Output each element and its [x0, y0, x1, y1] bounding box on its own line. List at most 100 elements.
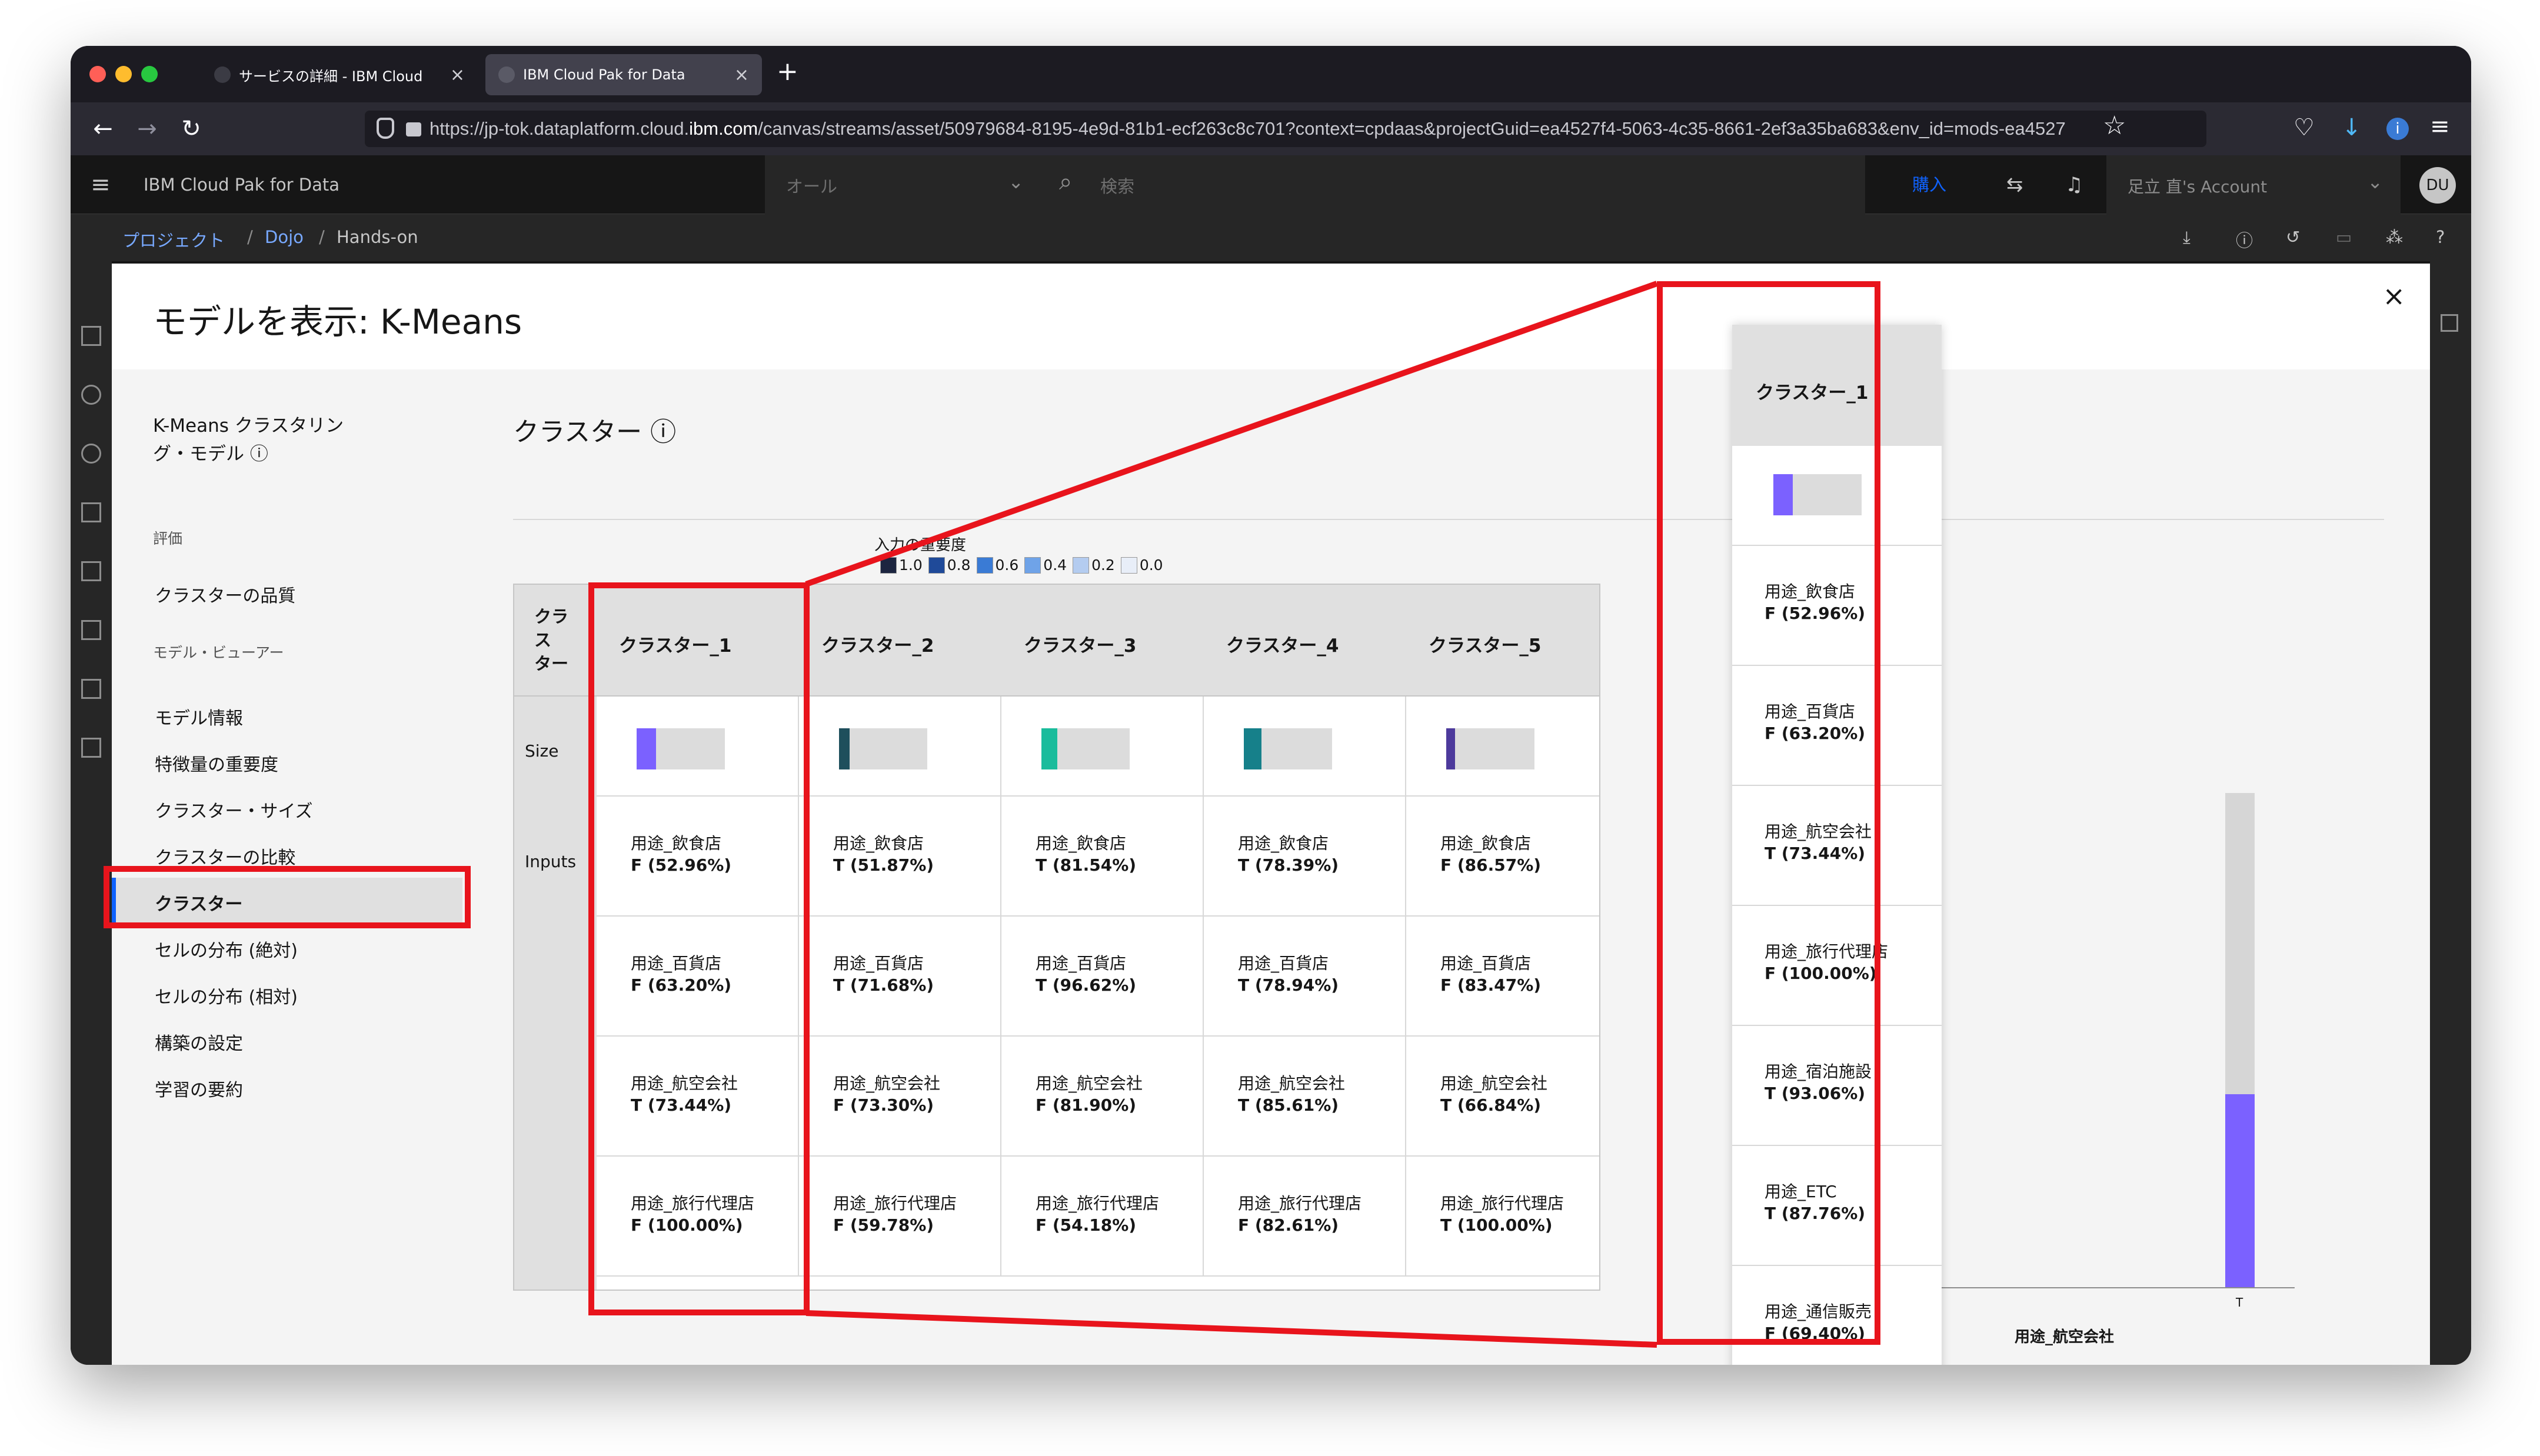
new-tab-button[interactable]: + — [777, 56, 798, 86]
nav-item[interactable]: 特徴量の重要度 — [155, 750, 278, 776]
document-icon[interactable] — [81, 738, 101, 758]
cluster-size-cell — [1001, 697, 1204, 797]
menu-hamburger-icon[interactable]: ≡ — [2430, 113, 2450, 140]
cluster-input-cell[interactable]: 用途_飲食店 T (81.54%) — [1001, 797, 1204, 917]
signpost-icon[interactable]: ⇆ — [2006, 155, 2023, 214]
back-arrow-icon[interactable]: ← — [88, 114, 118, 144]
cluster-header-title: クラスター_3 — [1024, 635, 1137, 657]
cluster-input-cell[interactable]: 用途_旅行代理店 F (59.78%) — [799, 1157, 1001, 1277]
cluster-input-cell[interactable]: 用途_百貨店 T (71.68%) — [799, 917, 1001, 1037]
download-icon[interactable]: ⤓ — [2183, 227, 2191, 248]
close-icon[interactable]: × — [2382, 280, 2405, 312]
reload-icon[interactable]: ↻ — [177, 114, 206, 144]
help-icon[interactable]: ? — [2436, 227, 2445, 247]
cluster-input-cell[interactable]: 用途_百貨店 T (96.62%) — [1001, 917, 1204, 1037]
cluster-input-cell[interactable]: 用途_旅行代理店 F (82.61%) — [1204, 1157, 1406, 1277]
navigation-bar: ← → ↻ https://jp-tok.dataplatform.cloud.… — [71, 102, 2471, 155]
tab-ibm-cloud-service[interactable]: サービスの詳細 - IBM Cloud × — [201, 54, 478, 95]
app-menu-icon[interactable]: ≡ — [91, 155, 111, 214]
highlight-cluster-1-column — [588, 582, 810, 1315]
cluster-header[interactable]: クラスター_3 — [1001, 585, 1204, 697]
nav-item[interactable]: クラスターの比較 — [155, 843, 295, 869]
cluster-input-cell[interactable]: 用途_旅行代理店 F (54.18%) — [1001, 1157, 1204, 1277]
close-window-button[interactable] — [89, 66, 106, 82]
palette-icon[interactable] — [81, 326, 101, 346]
table-icon[interactable] — [81, 679, 101, 699]
pocket-icon[interactable]: ♡ — [2293, 114, 2315, 141]
input-value: T (51.87%) — [833, 855, 934, 875]
avatar[interactable]: DU — [2419, 167, 2456, 204]
cluster-header-title: クラスター_4 — [1226, 635, 1339, 657]
lock-icon[interactable] — [406, 122, 421, 136]
model-title-line1: K-Means クラスタリン — [153, 415, 344, 437]
input-feature: 用途_航空会社 — [1036, 1074, 1143, 1093]
cluster-header[interactable]: クラスター_2 — [799, 585, 1001, 697]
input-value: F (82.61%) — [1238, 1215, 1339, 1235]
input-feature: 用途_航空会社 — [1440, 1074, 1548, 1093]
search-icon: ⌕ — [1059, 168, 1073, 195]
scope-select[interactable]: オール ⌄ — [765, 155, 1041, 214]
cluster-input-cell[interactable]: 用途_航空会社 T (66.84%) — [1406, 1037, 1599, 1157]
download-icon[interactable]: ↓ — [2342, 114, 2362, 141]
tab-cloud-pak[interactable]: IBM Cloud Pak for Data × — [485, 54, 762, 95]
nav-item[interactable]: モデル情報 — [155, 704, 243, 729]
input-feature: 用途_飲食店 — [833, 834, 924, 853]
row-label-size: Size — [525, 741, 559, 761]
url-prefix: https://jp-tok.dataplatform.cloud. — [430, 118, 690, 139]
input-value: T (71.68%) — [833, 975, 934, 995]
diamond-icon[interactable] — [81, 502, 101, 522]
info-icon[interactable]: ⓘ — [2236, 227, 2253, 252]
highlight-nav-cluster — [104, 866, 471, 928]
gear-icon[interactable] — [81, 444, 101, 464]
cluster-size-fill — [1041, 728, 1057, 769]
cluster-header[interactable]: クラスター_4 — [1204, 585, 1406, 697]
nav-item[interactable]: 構築の設定 — [155, 1029, 243, 1055]
nav-item[interactable]: セルの分布 (相対) — [155, 982, 298, 1008]
chevron-down-icon: ⌄ — [2367, 171, 2383, 193]
cluster-input-cell[interactable]: 用途_飲食店 T (78.39%) — [1204, 797, 1406, 917]
bookmark-star-icon[interactable]: ☆ — [2103, 111, 2126, 141]
close-tab-icon[interactable]: × — [734, 65, 749, 85]
cluster-input-cell[interactable]: 用途_旅行代理店 T (100.00%) — [1406, 1157, 1599, 1277]
cluster-input-cell[interactable]: 用途_航空会社 T (85.61%) — [1204, 1037, 1406, 1157]
input-value: F (81.90%) — [1036, 1095, 1137, 1115]
corner-line: ター — [534, 654, 569, 674]
comment-icon[interactable]: ▭ — [2336, 227, 2352, 247]
cluster-input-cell[interactable]: 用途_百貨店 T (78.94%) — [1204, 917, 1406, 1037]
forward-arrow-icon[interactable]: → — [132, 114, 162, 144]
password-manager-icon[interactable]: i — [2386, 118, 2409, 140]
cluster-input-cell[interactable]: 用途_飲食店 F (86.57%) — [1406, 797, 1599, 917]
input-feature: 用途_百貨店 — [1036, 954, 1127, 973]
legend-label: 0.8 — [947, 557, 971, 574]
breadcrumb-dojo[interactable]: Dojo — [265, 227, 304, 247]
url-field[interactable]: https://jp-tok.dataplatform.cloud.ibm.co… — [365, 111, 2206, 147]
nav-item[interactable]: クラスター・サイズ — [155, 797, 313, 822]
minimize-window-button[interactable] — [115, 66, 132, 82]
nav-cluster-quality[interactable]: クラスターの品質 — [155, 581, 295, 607]
history-icon[interactable]: ↺ — [2286, 227, 2300, 247]
cluster-input-cell[interactable]: 用途_航空会社 F (81.90%) — [1001, 1037, 1204, 1157]
cluster-input-cell[interactable]: 用途_百貨店 F (83.47%) — [1406, 917, 1599, 1037]
settings-icon[interactable] — [81, 385, 101, 405]
input-feature: 用途_旅行代理店 — [1036, 1194, 1160, 1213]
cluster-input-cell[interactable]: 用途_航空会社 F (73.30%) — [799, 1037, 1001, 1157]
nav-item[interactable]: セルの分布 (絶対) — [155, 936, 298, 962]
shield-icon[interactable] — [377, 118, 394, 139]
breadcrumb-projects[interactable]: プロジェクト — [122, 227, 225, 252]
cluster-input-cell[interactable]: 用途_飲食店 T (51.87%) — [799, 797, 1001, 917]
corner-line: ス — [534, 630, 552, 650]
input-feature: 用途_飲食店 — [1036, 834, 1127, 853]
panel-icon[interactable] — [2441, 314, 2458, 332]
nav-item[interactable]: 学習の要約 — [155, 1075, 243, 1101]
cluster-header[interactable]: クラスター_5 — [1406, 585, 1599, 697]
apps-icon[interactable]: ⁂ — [2386, 227, 2403, 247]
close-tab-icon[interactable]: × — [450, 65, 465, 85]
section-title: クラスター ⓘ — [513, 417, 677, 447]
account-switcher[interactable]: 足立 直's Account ⌄ — [2106, 155, 2401, 214]
tag-icon[interactable] — [81, 561, 101, 581]
search-input[interactable]: ⌕ 検索 — [1041, 155, 1865, 214]
maximize-window-button[interactable] — [141, 66, 158, 82]
chart-icon[interactable] — [81, 620, 101, 640]
notification-bell-icon[interactable]: ♫ — [2065, 155, 2083, 214]
buy-link[interactable]: 購入 — [1912, 155, 1946, 214]
